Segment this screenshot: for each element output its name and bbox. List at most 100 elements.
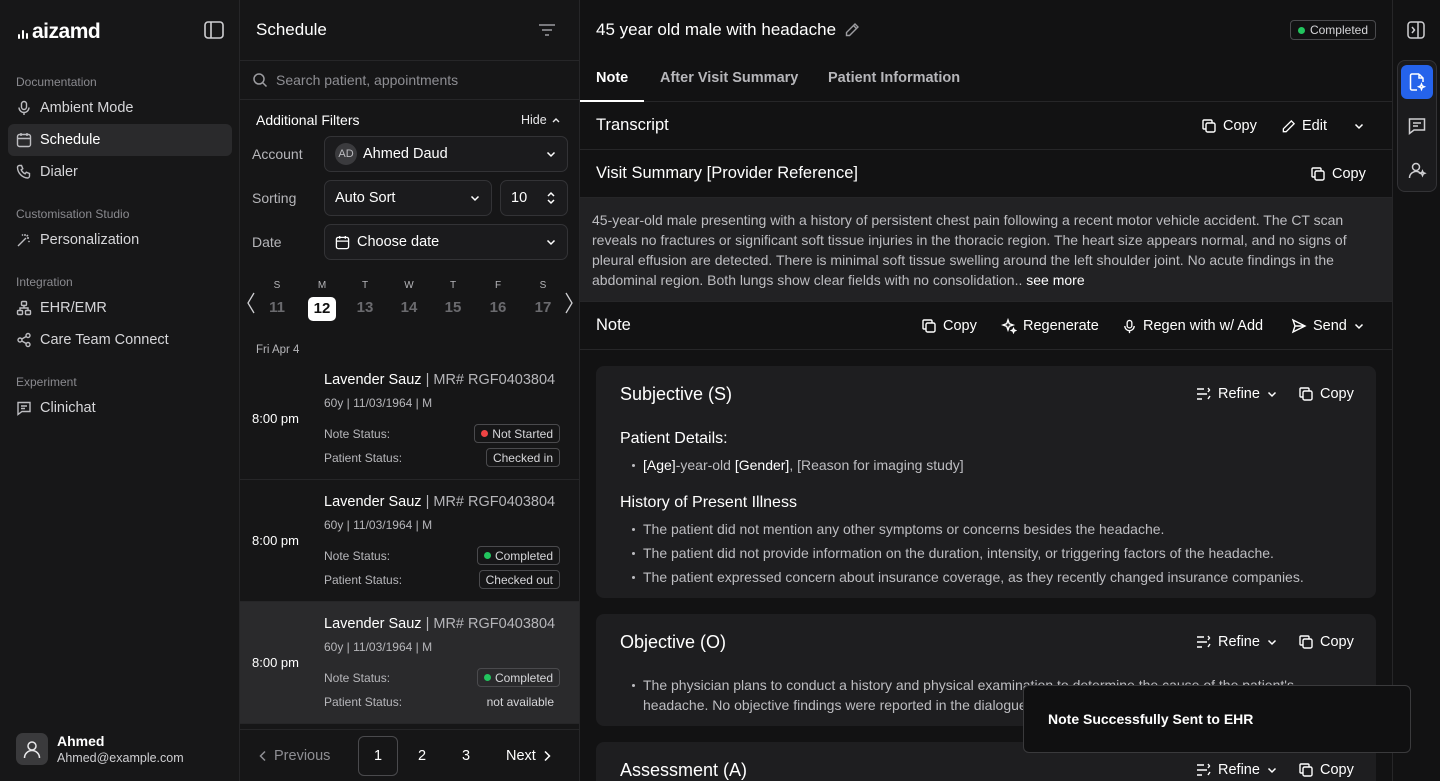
send-label: Send	[1313, 318, 1347, 334]
sidebar-item-ehr-emr[interactable]: EHR/EMR	[8, 292, 232, 324]
share-icon	[17, 332, 31, 348]
patient-info: 60y | 11/03/1964 | M	[324, 396, 433, 410]
search-input[interactable]	[276, 72, 566, 88]
see-more-link[interactable]: see more	[1026, 272, 1084, 288]
note-status-text: Completed	[494, 548, 553, 563]
status-dot-icon	[483, 674, 491, 681]
sidebar-item-label: Schedule	[40, 132, 101, 148]
calendar-day-selected[interactable]: M 12	[302, 278, 342, 321]
patient-mr: | MR# RGF0403804	[425, 616, 556, 632]
sidebar-item-dialer[interactable]: Dialer	[8, 156, 232, 188]
next-label: Next	[506, 748, 536, 764]
calendar-day[interactable]: S 17	[523, 278, 563, 316]
document-ai-icon[interactable]	[1401, 65, 1433, 99]
microphone-icon	[1124, 319, 1135, 333]
sidebar-item-label: Personalization	[40, 232, 140, 248]
transcript-expand-button[interactable]	[1353, 102, 1365, 150]
pencil-icon[interactable]	[844, 22, 860, 38]
page-button-1[interactable]: 1	[358, 736, 398, 776]
appointment-time: 8:00 pm	[252, 655, 299, 670]
chevron-down-icon	[470, 195, 480, 202]
assessment-copy-button[interactable]: Copy	[1298, 762, 1354, 778]
sidebar-item-label: EHR/EMR	[40, 300, 107, 316]
transcript-edit-button[interactable]: Edit	[1281, 102, 1327, 150]
schedule-panel: Schedule Additional Filters Hide Account…	[240, 0, 580, 781]
regen-with-add-label: Regen with w/ Add	[1143, 318, 1264, 334]
appointment-row[interactable]: 8:00 pm Lavender Sauz | MR# RGF0403804 6…	[240, 358, 579, 480]
brand-logo[interactable]: aizamd	[18, 20, 101, 44]
panel-expand-icon[interactable]	[1407, 21, 1425, 39]
calendar-day[interactable]: F 16	[478, 278, 518, 316]
copy-icon	[922, 319, 936, 333]
next-page-button[interactable]: Next	[506, 736, 552, 776]
patient-status-badge: Checked out	[478, 570, 560, 589]
assessment-refine-button[interactable]: Refine	[1196, 762, 1278, 778]
transcript-copy-button[interactable]: Copy	[1201, 102, 1257, 150]
appointment-row[interactable]: 8:00 pm Lavender Sauz | MR# RGF0403804 6…	[240, 480, 579, 602]
hide-filters-button[interactable]: Hide	[521, 113, 561, 127]
hpi-item: The patient expressed concern about insu…	[632, 569, 1304, 585]
page-button-3[interactable]: 3	[446, 736, 486, 776]
phone-icon	[16, 164, 31, 179]
page-button-2[interactable]: 2	[402, 736, 442, 776]
send-button[interactable]: Send	[1291, 302, 1365, 350]
user-profile[interactable]: Ahmed Ahmed@example.com	[16, 733, 184, 765]
day-number: 17	[534, 299, 552, 316]
tab-note[interactable]: Note	[596, 70, 628, 86]
note-status-label: Note Status:	[324, 427, 391, 441]
sidebar-collapse-icon[interactable]	[204, 21, 224, 39]
hpi-text: The patient did not provide information …	[643, 545, 1274, 561]
filter-icon[interactable]	[538, 22, 556, 38]
subjective-refine-button[interactable]: Refine	[1196, 386, 1278, 402]
regenerate-button[interactable]: Regenerate	[1001, 302, 1099, 350]
calendar-day[interactable]: S 11	[257, 278, 297, 316]
bullet	[632, 527, 635, 531]
status-badge: Completed	[1289, 20, 1376, 40]
sidebar-item-schedule[interactable]: Schedule	[8, 124, 232, 156]
chevron-right-icon[interactable]	[564, 292, 574, 314]
status-dot-icon	[481, 430, 489, 437]
calendar-day[interactable]: T 13	[345, 278, 385, 316]
main-panel: 45 year old male with headache Completed…	[580, 0, 1392, 781]
chevron-down-icon	[1267, 767, 1276, 774]
section-label-documentation: Documentation	[16, 75, 97, 89]
note-status-badge: Completed	[476, 546, 560, 565]
section-label-customisation: Customisation Studio	[16, 207, 130, 221]
objective-refine-button[interactable]: Refine	[1196, 634, 1278, 650]
subjective-copy-button[interactable]: Copy	[1298, 386, 1354, 402]
visit-summary-title: Visit Summary [Provider Reference]	[596, 164, 858, 182]
sidebar-item-clinichat[interactable]: Clinichat	[8, 392, 232, 424]
tab-patient-information[interactable]: Patient Information	[828, 70, 960, 86]
appointment-time: 8:00 pm	[252, 533, 299, 548]
objective-copy-button[interactable]: Copy	[1298, 634, 1354, 650]
visit-summary-copy-button[interactable]: Copy	[1310, 150, 1366, 198]
assistant-icon[interactable]	[1401, 153, 1433, 187]
visit-summary-text: 45-year-old male presenting with a histo…	[580, 198, 1392, 302]
page-size-stepper[interactable]: 10	[500, 180, 568, 216]
account-select[interactable]: AD Ahmed Daud	[324, 136, 568, 172]
refine-icon	[1197, 635, 1211, 648]
refine-label: Refine	[1218, 634, 1260, 650]
hpi-item: The patient did not mention any other sy…	[632, 521, 1164, 537]
refine-icon	[1197, 387, 1211, 400]
appointment-row-selected[interactable]: 8:00 pm Lavender Sauz | MR# RGF0403804 6…	[240, 602, 579, 724]
regenerate-label: Regenerate	[1023, 318, 1099, 334]
day-name: T	[361, 280, 369, 291]
note-copy-button[interactable]: Copy	[921, 302, 977, 350]
patient-info: 60y | 11/03/1964 | M	[324, 640, 433, 654]
date-picker[interactable]: Choose date	[324, 224, 568, 260]
regen-with-add-button[interactable]: Regen with w/ Add	[1122, 302, 1263, 350]
message-icon[interactable]	[1401, 109, 1433, 143]
tab-after-visit-summary[interactable]: After Visit Summary	[660, 70, 798, 86]
calendar-day[interactable]: W 14	[389, 278, 429, 316]
day-name: S	[539, 280, 547, 291]
sidebar-item-personalization[interactable]: Personalization	[8, 224, 232, 256]
sorting-select[interactable]: Auto Sort	[324, 180, 492, 216]
sidebar-item-ambient-mode[interactable]: Ambient Mode	[8, 92, 232, 124]
chevron-right-icon	[544, 750, 551, 762]
previous-page-button[interactable]: Previous	[258, 736, 330, 776]
chevron-left-icon[interactable]	[246, 292, 256, 314]
sidebar-item-care-team-connect[interactable]: Care Team Connect	[8, 324, 232, 356]
calendar-day[interactable]: T 15	[433, 278, 473, 316]
hpi-item: The patient did not provide information …	[632, 545, 1274, 561]
